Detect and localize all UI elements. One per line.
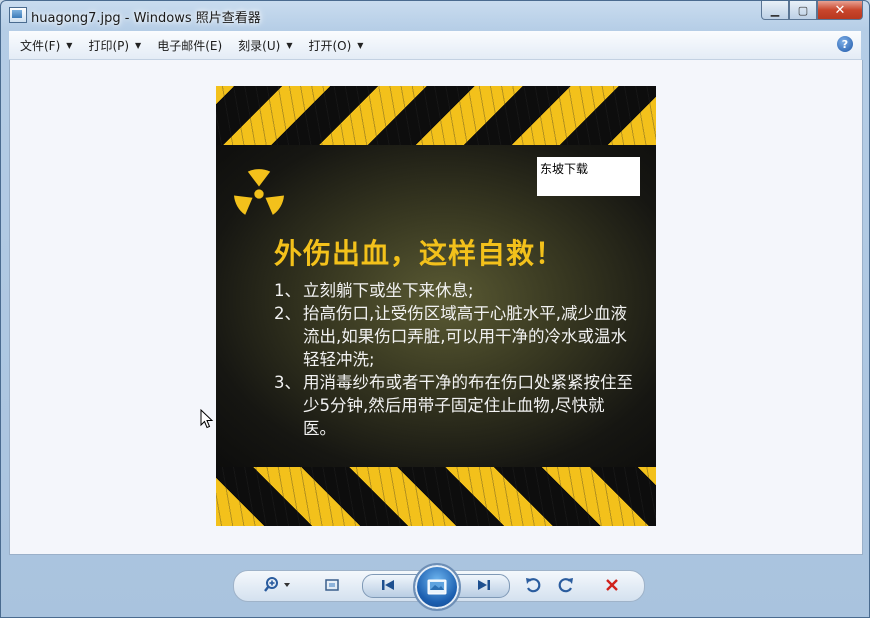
chevron-down-icon: ▼ [66,40,73,50]
chevron-down-icon: ▼ [357,40,364,50]
maximize-button[interactable]: ▢ [789,1,817,20]
title-bar[interactable]: huagong7.jpg - Windows 照片查看器 ▁ ▢ ✕ [1,1,869,31]
poster-title: 外伤出血，这样自救！ [274,237,565,270]
chevron-down-icon: ▼ [135,40,142,50]
menu-file[interactable]: 文件(F) ▼ [20,37,72,54]
step-text: 用消毒纱布或者干净的布在伤口处紧紧按住至少5分钟,然后用带子固定住止血物,尽快就… [303,373,633,438]
zoom-icon[interactable] [263,575,293,595]
close-button[interactable]: ✕ [817,1,863,20]
step-number: 3、 [274,373,301,392]
photo-viewer-window: huagong7.jpg - Windows 照片查看器 ▁ ▢ ✕ 文件(F)… [0,0,870,618]
rotate-clockwise-icon[interactable] [555,575,577,595]
grunge-texture [216,86,656,145]
menu-file-label: 文件(F) [20,38,61,53]
list-item: 3、 用消毒纱布或者干净的布在伤口处紧紧按住至少5分钟,然后用带子固定住止血物,… [274,371,634,440]
image-viewport[interactable]: 东坡下载 外伤出血，这样自救！ 1、 立刻躺下或坐下来休息; 2、 抬高伤口,让… [9,60,863,555]
list-item: 2、 抬高伤口,让受伤区域高于心脏水平,减少血液流出,如果伤口弄脏,可以用干净的… [274,302,634,371]
step-number: 2、 [274,304,301,323]
menu-burn-label: 刻录(U) [238,38,281,53]
minimize-button[interactable]: ▁ [761,1,789,20]
rotate-counterclockwise-icon[interactable] [522,575,544,595]
chevron-down-icon: ▼ [286,40,293,50]
step-number: 1、 [274,281,301,300]
menu-open[interactable]: 打开(O) ▼ [308,37,363,54]
slideshow-icon [427,579,447,595]
menu-print[interactable]: 打印(P) ▼ [88,37,141,54]
previous-icon[interactable] [377,575,399,595]
photo-viewer-app-icon [9,7,27,23]
radiation-icon [234,169,284,215]
menu-burn[interactable]: 刻录(U) ▼ [238,37,292,54]
window-title: huagong7.jpg - Windows 照片查看器 [31,11,261,26]
slideshow-button[interactable] [413,563,461,611]
actual-size-icon[interactable] [321,575,343,595]
menu-print-label: 打印(P) [88,38,130,53]
menu-open-label: 打开(O) [308,38,352,53]
help-icon[interactable]: ? [837,36,853,52]
mouse-cursor-icon [200,409,214,429]
list-item: 1、 立刻躺下或坐下来休息; [274,279,634,302]
menu-email[interactable]: 电子邮件(E) [157,37,222,54]
delete-icon[interactable] [601,575,623,595]
watermark-label: 东坡下载 [537,157,640,196]
displayed-photo: 东坡下载 外伤出血，这样自救！ 1、 立刻躺下或坐下来休息; 2、 抬高伤口,让… [216,86,656,526]
window-controls: ▁ ▢ ✕ [761,1,863,21]
menu-email-label: 电子邮件(E) [157,38,223,53]
menu-bar: 文件(F) ▼ 打印(P) ▼ 电子邮件(E) 刻录(U) ▼ 打开(O) ▼ … [9,31,861,60]
step-text: 抬高伤口,让受伤区域高于心脏水平,减少血液流出,如果伤口弄脏,可以用干净的冷水或… [303,304,627,369]
grunge-texture [216,467,656,526]
bottom-toolbar [1,556,869,617]
step-text: 立刻躺下或坐下来休息; [303,281,474,300]
first-aid-steps: 1、 立刻躺下或坐下来休息; 2、 抬高伤口,让受伤区域高于心脏水平,减少血液流… [274,279,634,440]
next-icon[interactable] [473,575,495,595]
